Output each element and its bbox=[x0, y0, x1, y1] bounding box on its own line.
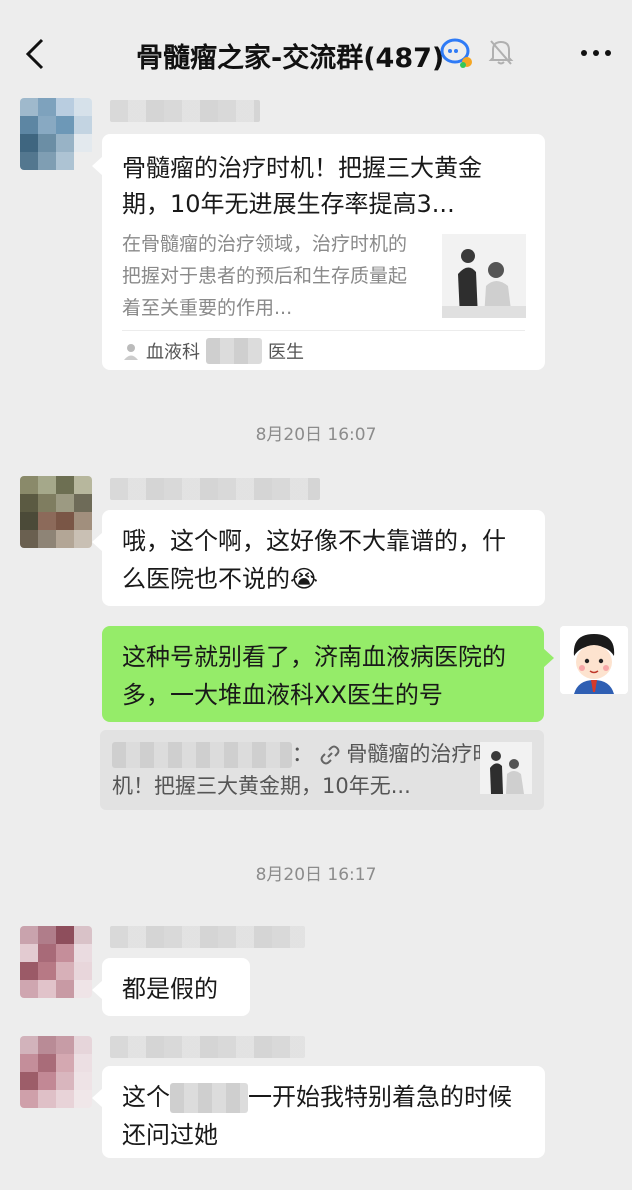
avatar[interactable] bbox=[20, 926, 92, 998]
redacted-name bbox=[170, 1083, 248, 1113]
mute-bell-icon bbox=[488, 40, 514, 65]
sender-name-redacted bbox=[110, 926, 305, 948]
quoted-message[interactable]: ： 骨髓瘤的治疗时机！把握三大黄金期，10年无... bbox=[100, 730, 544, 810]
article-description: 在骨髓瘤的治疗领域，治疗时机的把握对于患者的预后和生存质量起着至关重要的作用..… bbox=[122, 233, 408, 319]
timestamp: 8月20日 16:17 bbox=[255, 865, 377, 885]
chat-title: 骨髓瘤之家-交流群(487) bbox=[136, 43, 445, 74]
article-source: 血液科 医生 bbox=[122, 338, 304, 364]
quoted-thumbnail bbox=[480, 742, 532, 794]
sender-name-redacted bbox=[110, 1036, 305, 1058]
timestamp: 8月20日 16:07 bbox=[255, 425, 377, 445]
link-icon bbox=[320, 745, 340, 765]
avatar[interactable] bbox=[20, 98, 92, 170]
avatar[interactable] bbox=[20, 476, 92, 548]
redacted-name bbox=[206, 338, 262, 364]
avatar[interactable] bbox=[20, 1036, 92, 1108]
article-title: 骨髓瘤的治疗时机！把握三大黄金期，10年无进展生存率提高3... bbox=[122, 154, 482, 218]
card-divider bbox=[122, 330, 525, 331]
more-options-icon[interactable] bbox=[578, 44, 614, 62]
message-bubble[interactable]: 哦，这个啊，这好像不大靠谱的，什么医院也不说的😭 bbox=[92, 510, 545, 606]
article-thumbnail bbox=[442, 234, 526, 318]
redacted-name bbox=[112, 742, 292, 768]
back-arrow-icon[interactable] bbox=[22, 36, 52, 72]
self-message-bubble[interactable]: 这种号就别看了，济南血液病医院的多，一大堆血液科XX医生的号 bbox=[102, 626, 554, 722]
doctor-avatar-icon bbox=[124, 344, 138, 360]
message-bubble[interactable]: 都是假的 bbox=[92, 958, 250, 1016]
chat-header: 骨髓瘤之家-交流群(487) bbox=[0, 0, 632, 96]
message-bubble[interactable]: 这个 一开始我特别着急的时候 还问过她 bbox=[92, 1066, 545, 1158]
group-chat-ai-icon[interactable] bbox=[440, 38, 474, 68]
sender-name-redacted bbox=[110, 100, 260, 122]
shared-article-card[interactable]: 骨髓瘤的治疗时机！把握三大黄金期，10年无进展生存率提高3... 在骨髓瘤的治疗… bbox=[92, 134, 545, 370]
sender-name-redacted bbox=[110, 478, 320, 500]
crying-laughing-emoji: 😭 bbox=[290, 565, 319, 593]
self-avatar[interactable] bbox=[560, 626, 628, 694]
